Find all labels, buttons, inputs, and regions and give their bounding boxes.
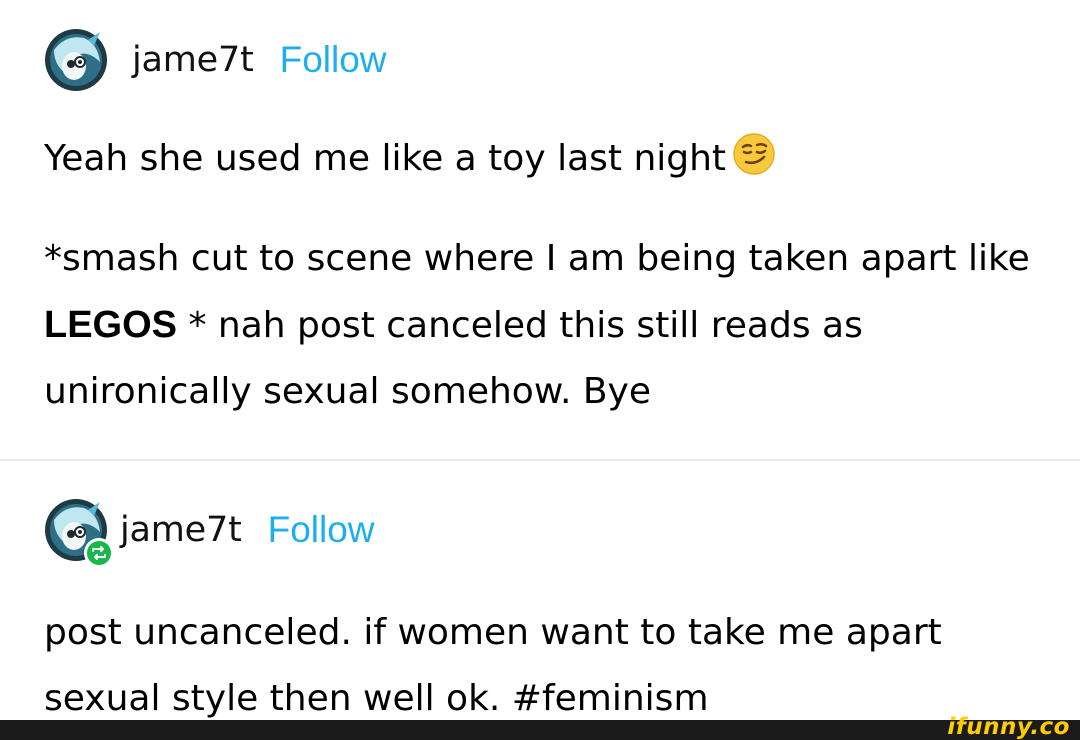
post-text: *smash cut to scene where I am being tak… — [44, 226, 1054, 425]
post-header: jame7t Follow — [44, 498, 375, 568]
post-header: jame7t Follow — [44, 28, 387, 92]
reblog-icon — [84, 538, 114, 568]
username[interactable]: jame7t — [132, 40, 254, 80]
watermark-bar: ifunny.co — [0, 714, 1080, 740]
avatar[interactable] — [44, 28, 108, 92]
post-2: jame7t Follow post uncanceled. if women … — [0, 462, 1080, 720]
username[interactable]: jame7t — [120, 510, 242, 550]
avatar[interactable] — [44, 498, 114, 568]
post-text: post uncanceled. if women want to take m… — [44, 612, 942, 719]
smirking-face-icon — [732, 132, 776, 198]
paragraph-1: Yeah she used me like a toy last night — [44, 138, 727, 179]
post-divider — [0, 459, 1080, 461]
follow-button[interactable]: Follow — [268, 509, 375, 551]
bold-text: LEGOS — [44, 304, 178, 346]
watermark: ifunny.co — [947, 714, 1070, 740]
post-text: Yeah she used me like a toy last night — [44, 126, 1054, 198]
post-1: jame7t Follow Yeah she used me like a to… — [0, 0, 1080, 458]
paragraph-2-text: *smash cut to scene where I am being tak… — [44, 238, 1030, 279]
avatar-image — [45, 29, 107, 91]
follow-button[interactable]: Follow — [280, 39, 387, 81]
